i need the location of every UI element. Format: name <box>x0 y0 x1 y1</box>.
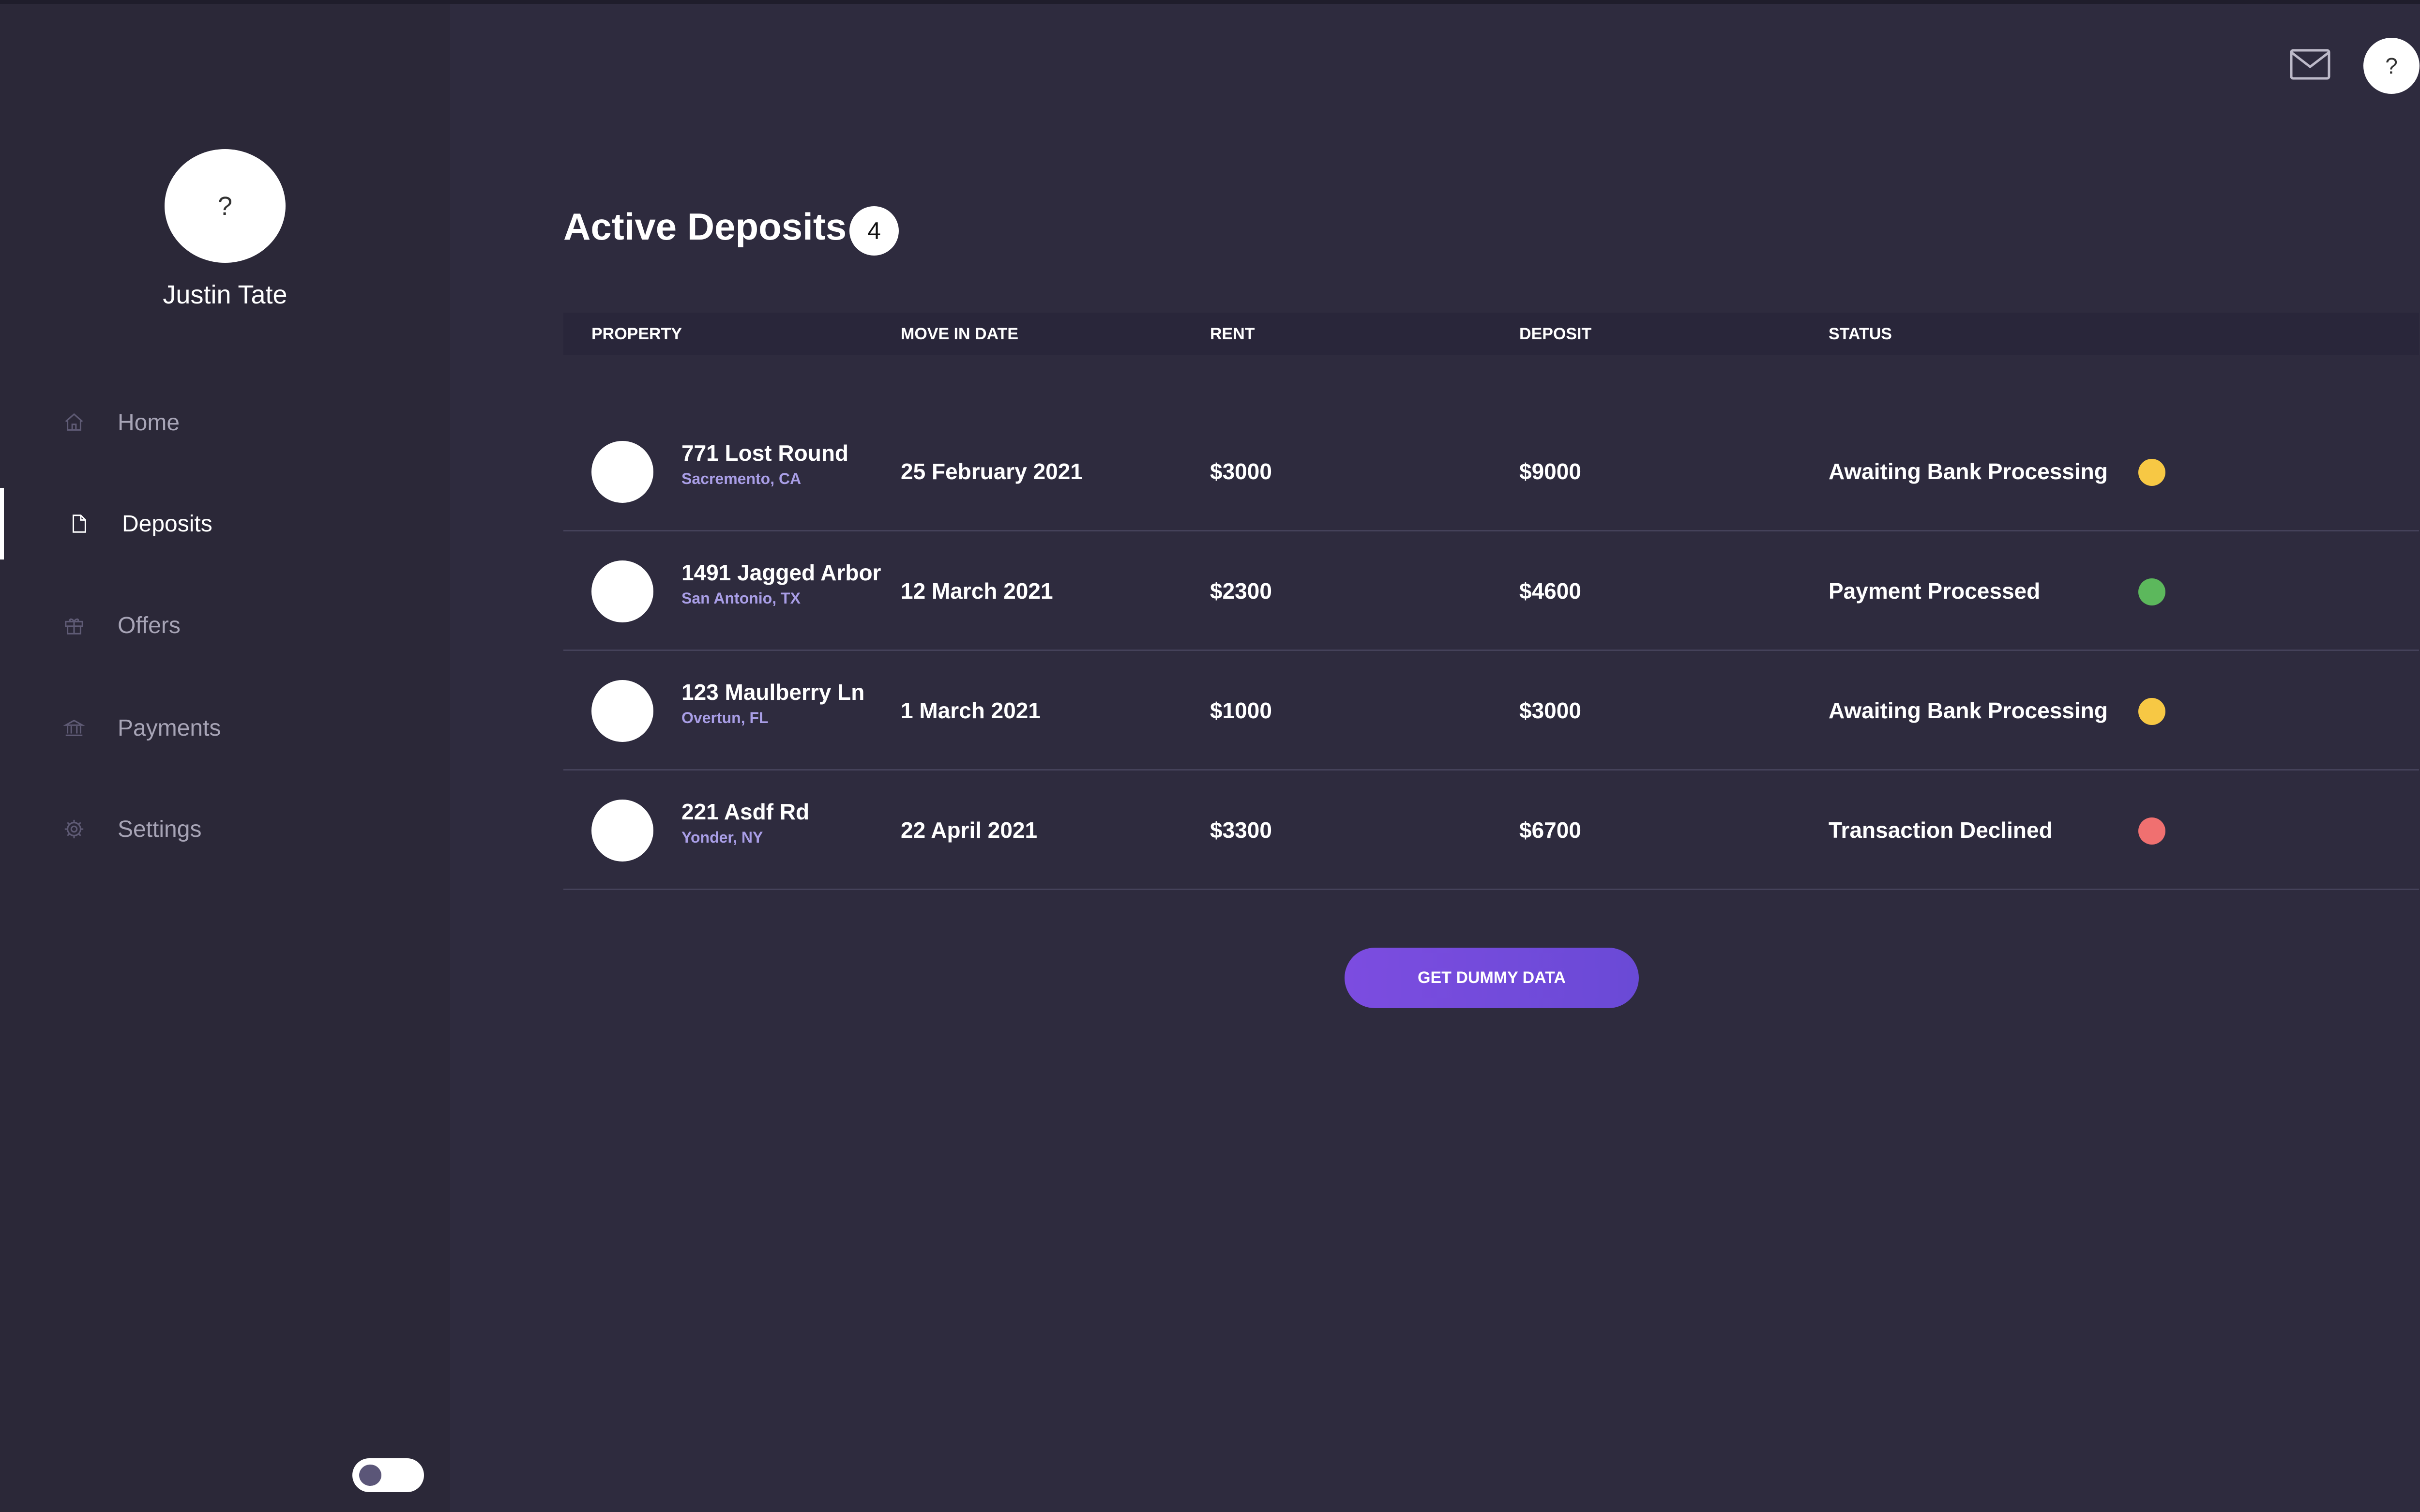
property-address: 221 Asdf Rd <box>681 799 810 824</box>
deposit-value: $3000 <box>1519 698 1581 723</box>
property-city: Overtun, FL <box>681 709 769 726</box>
property-city: Sacremento, CA <box>681 470 802 487</box>
sidebar-item-label: Settings <box>118 816 202 842</box>
sidebar-item-payments[interactable]: Payments <box>0 694 450 762</box>
deposit-value: $6700 <box>1519 817 1581 843</box>
help-button[interactable]: ? <box>2363 38 2420 94</box>
property-city: Yonder, NY <box>681 829 763 846</box>
theme-toggle[interactable] <box>352 1458 424 1492</box>
sidebar: ? Justin Tate Home Deposits Offers Payme… <box>0 4 450 1512</box>
property-thumbnail <box>591 560 653 622</box>
status-indicator <box>2138 459 2165 486</box>
status-indicator <box>2138 698 2165 725</box>
column-header-rent: RENT <box>1210 325 1255 343</box>
column-header-move-in-date: MOVE IN DATE <box>901 325 1019 343</box>
get-dummy-data-button[interactable]: GET DUMMY DATA <box>1345 948 1639 1008</box>
move-in-date: 22 April 2021 <box>901 817 1038 843</box>
sidebar-item-label: Deposits <box>122 511 212 537</box>
status-text: Payment Processed <box>1829 578 2041 604</box>
property-thumbnail <box>591 441 653 503</box>
property-city: San Antonio, TX <box>681 590 801 607</box>
avatar[interactable]: ? <box>165 149 286 263</box>
document-icon <box>67 512 91 536</box>
status-indicator <box>2138 578 2165 605</box>
property-thumbnail <box>591 800 653 862</box>
sidebar-item-settings[interactable]: Settings <box>0 795 450 863</box>
column-header-status: STATUS <box>1829 325 1892 343</box>
help-label: ? <box>2385 53 2398 78</box>
user-name: Justin Tate <box>163 280 287 309</box>
sidebar-item-deposits[interactable]: Deposits <box>0 490 450 558</box>
table-row[interactable]: 771 Lost Round Sacremento, CA 25 Februar… <box>563 412 2419 531</box>
move-in-date: 25 February 2021 <box>901 459 1083 484</box>
sidebar-item-label: Home <box>118 409 180 436</box>
deposit-count-badge: 4 <box>849 206 899 256</box>
mail-icon <box>2290 49 2330 80</box>
sidebar-item-label: Payments <box>118 715 221 741</box>
status-indicator <box>2138 817 2165 845</box>
sidebar-item-offers[interactable]: Offers <box>0 591 450 659</box>
sidebar-item-label: Offers <box>118 612 181 638</box>
column-header-property: PROPERTY <box>591 325 682 343</box>
home-icon <box>62 410 86 435</box>
column-header-deposit: DEPOSIT <box>1519 325 1592 343</box>
table-row[interactable]: 123 Maulberry Ln Overtun, FL 1 March 202… <box>563 651 2419 771</box>
deposit-value: $4600 <box>1519 578 1581 604</box>
sidebar-item-home[interactable]: Home <box>0 389 450 456</box>
bank-icon <box>62 716 86 740</box>
gift-icon <box>62 613 86 637</box>
status-text: Awaiting Bank Processing <box>1829 459 2108 484</box>
rent-value: $1000 <box>1210 698 1272 723</box>
property-thumbnail <box>591 680 653 742</box>
page-title: Active Deposits <box>563 205 847 248</box>
rent-value: $2300 <box>1210 578 1272 604</box>
table-row[interactable]: 221 Asdf Rd Yonder, NY 22 April 2021 $33… <box>563 771 2419 890</box>
rent-value: $3300 <box>1210 817 1272 843</box>
toggle-knob <box>359 1465 381 1486</box>
move-in-date: 12 March 2021 <box>901 578 1053 604</box>
deposit-value: $9000 <box>1519 459 1581 484</box>
table-header: PROPERTY MOVE IN DATE RENT DEPOSIT STATU… <box>563 313 2419 355</box>
mail-button[interactable] <box>2289 47 2331 81</box>
property-address: 771 Lost Round <box>681 440 849 466</box>
app-window: ? Justin Tate Home Deposits Offers Payme… <box>0 0 2420 1512</box>
gear-icon <box>62 817 86 841</box>
move-in-date: 1 March 2021 <box>901 698 1041 723</box>
status-text: Transaction Declined <box>1829 817 2053 843</box>
rent-value: $3000 <box>1210 459 1272 484</box>
avatar-placeholder: ? <box>217 191 233 221</box>
property-address: 1491 Jagged Arbor <box>681 560 881 585</box>
table-row[interactable]: 1491 Jagged Arbor San Antonio, TX 12 Mar… <box>563 531 2419 651</box>
property-address: 123 Maulberry Ln <box>681 680 865 705</box>
status-text: Awaiting Bank Processing <box>1829 698 2108 723</box>
